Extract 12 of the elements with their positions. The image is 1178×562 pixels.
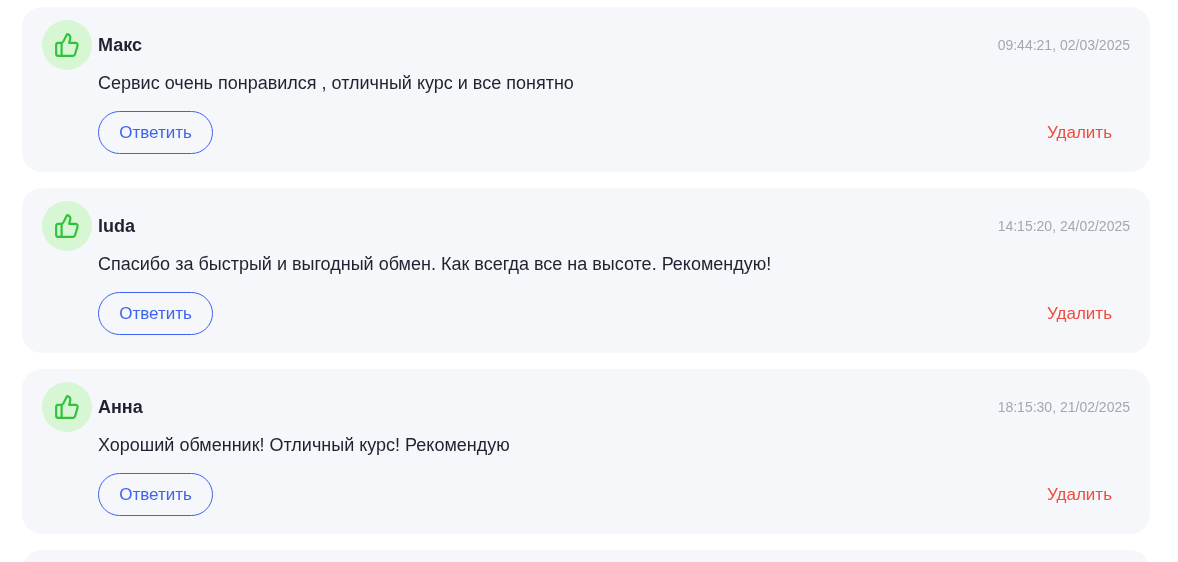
delete-link[interactable]: Удалить: [1047, 303, 1112, 324]
delete-link[interactable]: Удалить: [1047, 122, 1112, 143]
review-text: Сервис очень понравился , отличный курс и все понятно: [98, 73, 575, 94]
review-time: 18:15:30, 21/02/2025: [997, 399, 1130, 415]
author-name: luda: [98, 215, 135, 237]
review-text: Спасибо за быстрый и выгодный обмен. Как всегда все на высоте. Рекомендую!: [98, 254, 773, 275]
review-time: 14:15:20, 24/02/2025: [997, 218, 1130, 234]
author-name: Анна: [98, 396, 143, 418]
author-name: Макс: [98, 34, 142, 56]
delete-link[interactable]: Удалить: [1047, 484, 1112, 505]
review-time: 09:44:21, 02/03/2025: [997, 37, 1130, 53]
review-text: Хороший обменник! Отличный курс! Рекомендую: [98, 435, 511, 456]
